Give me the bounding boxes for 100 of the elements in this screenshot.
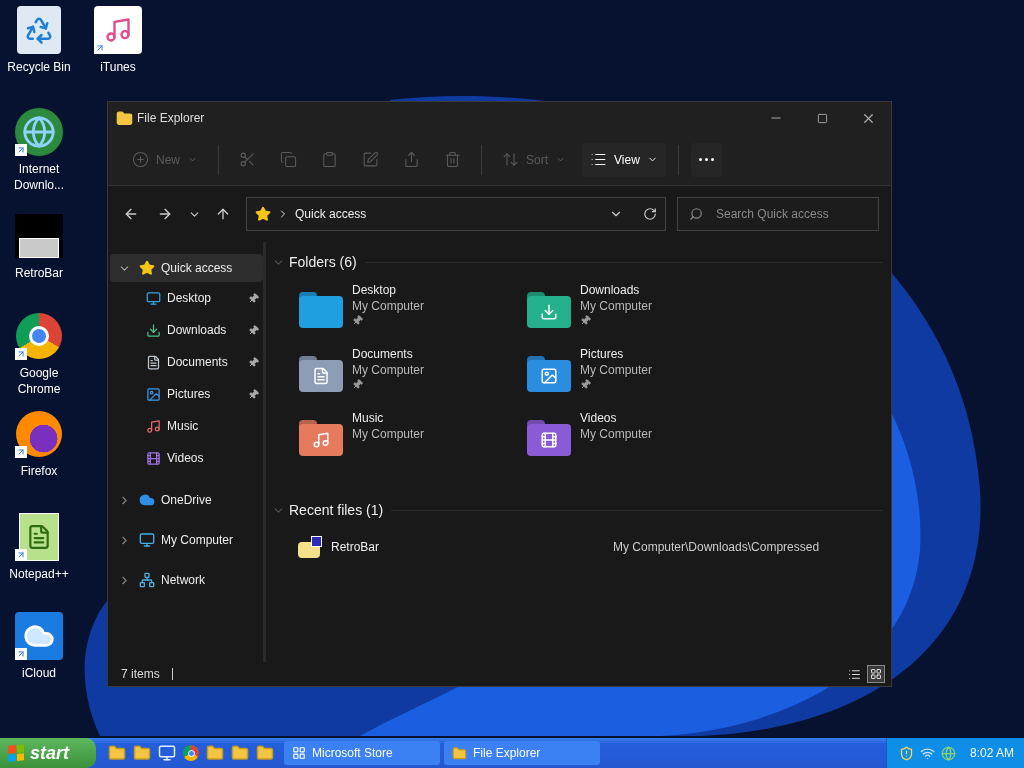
music-icon bbox=[146, 418, 161, 434]
section-header[interactable]: Folders (6) bbox=[272, 250, 883, 274]
folder-location: My Computer bbox=[352, 362, 425, 378]
nav-item[interactable]: Downloads bbox=[110, 314, 263, 346]
folder-tile[interactable]: Videos My Computer bbox=[524, 408, 752, 472]
windows-logo-icon bbox=[8, 744, 24, 762]
search-field[interactable]: Search Quick access bbox=[677, 197, 879, 231]
nav-item[interactable]: Documents bbox=[110, 346, 263, 378]
folder-tile[interactable]: Pictures My Computer bbox=[524, 344, 752, 408]
cut-icon bbox=[239, 151, 256, 168]
nav-item[interactable]: Pictures bbox=[110, 378, 263, 410]
document-icon bbox=[26, 524, 52, 550]
rename-icon bbox=[362, 151, 379, 168]
back-arrow-icon bbox=[123, 206, 139, 222]
zip-folder-icon bbox=[298, 536, 322, 558]
nav-item[interactable]: Network bbox=[110, 566, 263, 594]
share-icon bbox=[403, 151, 420, 168]
file-path: My Computer\Downloads\Compressed bbox=[613, 539, 820, 556]
folder-name: Pictures bbox=[580, 346, 625, 362]
folder-icon bbox=[299, 420, 343, 456]
desktop-icon-label[interactable]: iTunes bbox=[80, 59, 156, 75]
nav-item[interactable]: Videos bbox=[110, 442, 263, 474]
desktop-icon-label[interactable]: Firefox bbox=[1, 463, 77, 479]
desktop-icon-label[interactable]: Notepad++ bbox=[1, 566, 77, 582]
window-title: File Explorer bbox=[137, 110, 205, 127]
sort-icon bbox=[502, 151, 519, 168]
folder-icon bbox=[527, 356, 571, 392]
view-icon bbox=[590, 151, 608, 168]
folder-location: My Computer bbox=[352, 298, 425, 314]
folder-icon[interactable] bbox=[133, 744, 151, 762]
computer-icon[interactable] bbox=[158, 744, 176, 762]
download-icon bbox=[146, 322, 161, 338]
list-icon bbox=[847, 667, 861, 681]
monitor-icon bbox=[146, 290, 161, 306]
folder-name: Videos bbox=[580, 410, 618, 426]
document-icon bbox=[146, 354, 161, 370]
recent-file-row[interactable]: RetroBar My Computer\Downloads\Compressed bbox=[298, 532, 820, 562]
music-note-icon bbox=[104, 16, 132, 44]
monitor-icon bbox=[139, 532, 155, 548]
desktop-icon-label[interactable]: Recycle Bin bbox=[1, 59, 77, 75]
address-path: Quick access bbox=[295, 206, 367, 223]
star-icon bbox=[255, 206, 271, 222]
desktop-icon-label[interactable]: iCloud bbox=[1, 665, 77, 681]
folder-icon[interactable] bbox=[108, 744, 126, 762]
folder-icon bbox=[116, 109, 133, 127]
copy-icon bbox=[280, 151, 297, 168]
folder-tile[interactable]: Music My Computer bbox=[296, 408, 524, 472]
nav-item[interactable]: OneDrive bbox=[110, 486, 263, 514]
desktop-icon-label[interactable]: Internet Downlo... bbox=[1, 161, 77, 193]
nav-item[interactable]: Quick access bbox=[110, 254, 263, 282]
nav-item[interactable]: My Computer bbox=[110, 526, 263, 554]
folder-icon[interactable] bbox=[256, 744, 274, 762]
desktop-icon-label[interactable]: Google Chrome bbox=[1, 365, 77, 397]
new-icon bbox=[132, 151, 149, 168]
file-name: RetroBar bbox=[331, 539, 381, 556]
browser-icon[interactable] bbox=[183, 745, 199, 761]
clock: 8:02 AM bbox=[969, 745, 1014, 762]
section-header[interactable]: Recent files (1) bbox=[272, 498, 883, 522]
folder-name: Desktop bbox=[352, 282, 398, 298]
browser-logo-center bbox=[29, 326, 49, 346]
paste-icon bbox=[321, 151, 338, 168]
folder-icon bbox=[527, 420, 571, 456]
nav-item[interactable]: Music bbox=[110, 410, 263, 442]
address-bar[interactable]: Quick access bbox=[246, 197, 666, 231]
folder-location: My Computer bbox=[580, 298, 653, 314]
folder-name: Music bbox=[352, 410, 385, 426]
folder-icon[interactable] bbox=[231, 744, 249, 762]
folder-icon bbox=[452, 745, 467, 761]
globe-icon[interactable] bbox=[941, 745, 956, 761]
folder-tile[interactable]: Downloads My Computer bbox=[524, 280, 752, 344]
nav-item[interactable]: Desktop bbox=[110, 282, 263, 314]
taskbar-task-button[interactable]: Microsoft Store bbox=[284, 741, 440, 765]
store-icon bbox=[292, 746, 306, 760]
cloud-icon bbox=[139, 492, 155, 508]
more-button[interactable] bbox=[690, 142, 722, 177]
recycle-icon bbox=[24, 15, 54, 45]
refresh-icon[interactable] bbox=[643, 207, 657, 221]
star-icon bbox=[139, 260, 155, 276]
network-icon[interactable] bbox=[920, 745, 935, 761]
folder-icon[interactable] bbox=[206, 744, 224, 762]
folder-tile[interactable]: Documents My Computer bbox=[296, 344, 524, 408]
taskbar-task-button[interactable]: File Explorer bbox=[444, 741, 600, 765]
picture-icon bbox=[146, 386, 161, 402]
view-button[interactable]: View bbox=[582, 142, 666, 177]
folder-name: Downloads bbox=[580, 282, 641, 298]
folder-icon bbox=[299, 292, 343, 328]
folder-location: My Computer bbox=[352, 426, 425, 442]
status-text: 7 items bbox=[121, 666, 160, 683]
delete-icon bbox=[444, 151, 461, 168]
more-icon bbox=[698, 158, 714, 161]
globe-icon bbox=[22, 115, 56, 149]
folder-location: My Computer bbox=[580, 426, 653, 442]
tiles-view-button[interactable] bbox=[867, 665, 885, 683]
folder-icon bbox=[299, 356, 343, 392]
folder-icon bbox=[527, 292, 571, 328]
network-icon bbox=[139, 572, 155, 588]
security-alert-icon[interactable] bbox=[899, 745, 914, 761]
desktop-icon-label[interactable]: RetroBar bbox=[1, 265, 77, 281]
maximize-icon bbox=[816, 112, 828, 124]
folder-tile[interactable]: Desktop My Computer bbox=[296, 280, 524, 344]
